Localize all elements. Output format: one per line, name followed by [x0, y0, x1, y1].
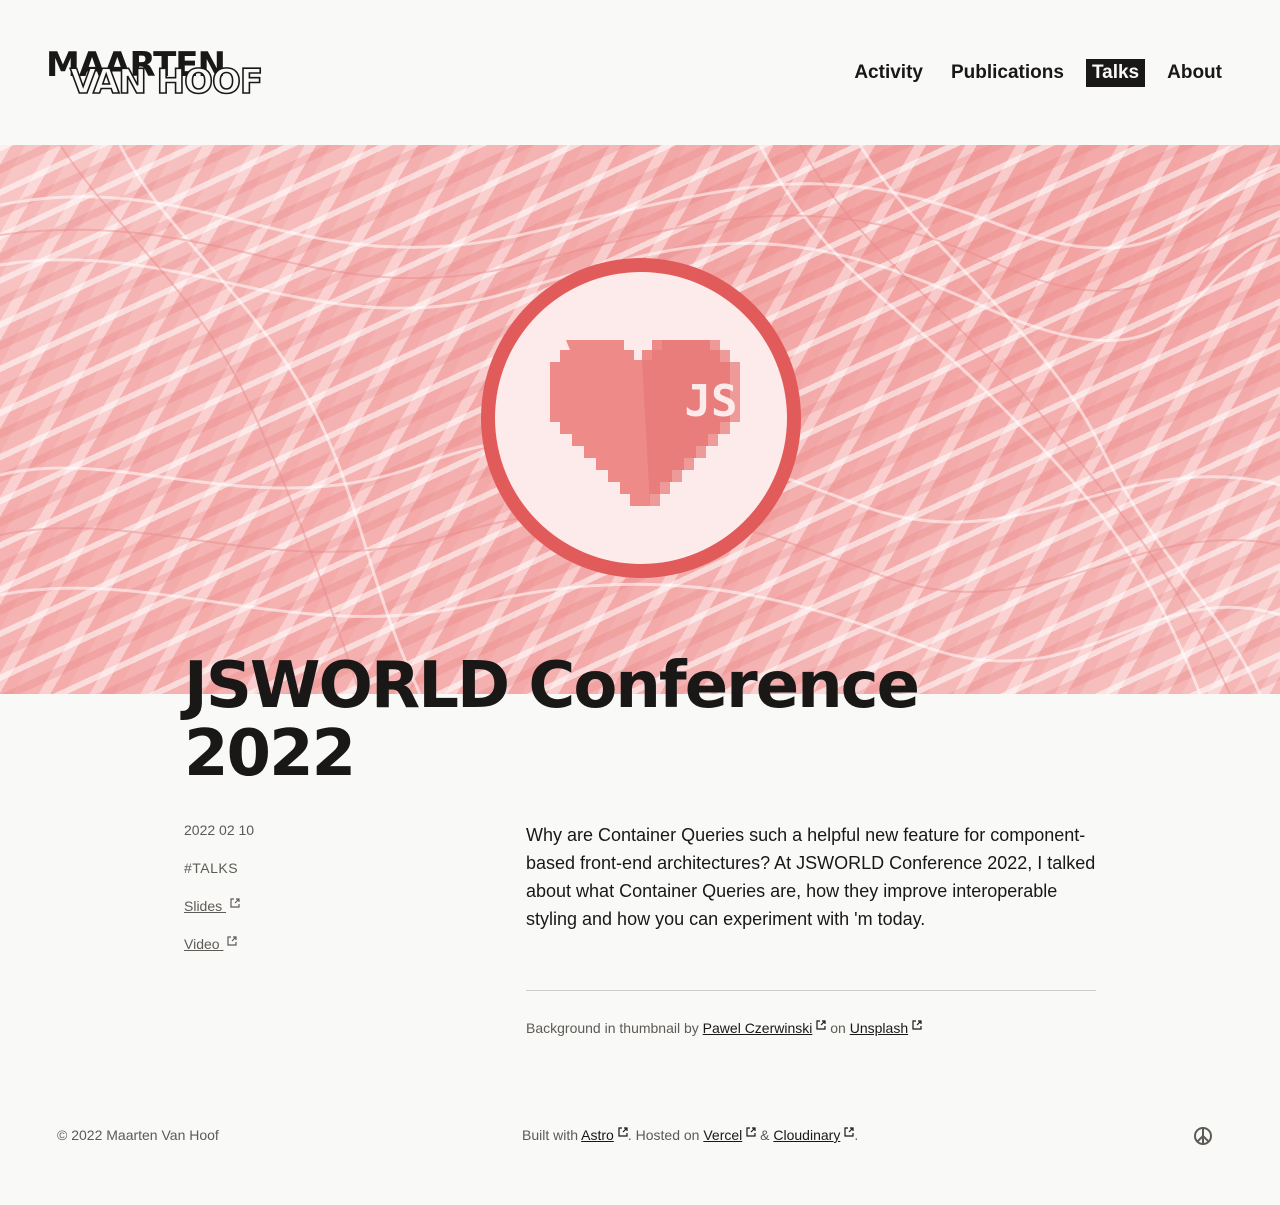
site-footer: © 2022 Maarten Van Hoof Built with Astro… [0, 1127, 1280, 1149]
page-title: JSWORLD Conference 2022 [184, 652, 1084, 788]
divider [526, 990, 1096, 991]
end-text: . [854, 1127, 859, 1143]
vercel-label: Vercel [703, 1127, 743, 1143]
credit-author-link[interactable]: Pawel Czerwinski [703, 1020, 813, 1036]
cloudinary-link[interactable]: Cloudinary [773, 1127, 840, 1143]
credit-prefix: Background in thumbnail by [526, 1020, 699, 1036]
video-label: Video [184, 936, 220, 952]
logo-line-2: VAN HOOF [69, 62, 264, 102]
site-logo[interactable]: MAARTEN VAN HOOF [46, 46, 276, 102]
post-meta: 2022 02 10 #TALKS Slides Video [184, 822, 444, 952]
nav-about[interactable]: About [1161, 59, 1228, 87]
nav-activity[interactable]: Activity [848, 59, 929, 87]
peace-icon [1194, 1127, 1212, 1145]
main-nav: Activity Publications Talks About [848, 59, 1228, 87]
hero-artwork: JS [0, 145, 1280, 694]
post-date: 2022 02 10 [184, 822, 255, 838]
slides-label: Slides [184, 898, 223, 914]
external-link-icon [227, 936, 238, 946]
title-line-1: JSWORLD Conference [184, 649, 920, 723]
credit-author: Pawel Czerwinski [702, 1020, 813, 1036]
video-link[interactable]: Video [184, 936, 444, 952]
external-link-icon [746, 1127, 756, 1137]
amp-text: & [760, 1127, 770, 1143]
hosted-text: . Hosted on [627, 1127, 700, 1143]
post-description: Why are Container Queries such a helpful… [526, 825, 1096, 929]
thumbnail-credit: Background in thumbnail by Pawel Czerwin… [526, 1020, 922, 1036]
external-link-icon [816, 1020, 826, 1030]
external-link-icon [618, 1127, 628, 1137]
title-line-2: 2022 [184, 717, 356, 791]
external-link-icon [844, 1127, 854, 1137]
credit-source: Unsplash [849, 1020, 909, 1036]
badge-js-label: JS [685, 376, 738, 427]
vercel-link[interactable]: Vercel [703, 1127, 742, 1143]
hero-thumbnail: JS [0, 145, 1280, 694]
copyright: © 2022 Maarten Van Hoof [57, 1127, 219, 1143]
external-link-icon [230, 898, 240, 908]
credit-source-link[interactable]: Unsplash [850, 1020, 908, 1036]
cloudinary-label: Cloudinary [773, 1127, 841, 1143]
post-tag[interactable]: #TALKS [184, 860, 444, 876]
astro-label: Astro [581, 1127, 614, 1143]
nav-talks[interactable]: Talks [1085, 59, 1146, 87]
built-prefix: Built with [522, 1127, 579, 1143]
credit-middle: on [830, 1020, 846, 1036]
nav-publications[interactable]: Publications [945, 59, 1070, 87]
astro-link[interactable]: Astro [581, 1127, 614, 1143]
built-with: Built with Astro . Hosted on Vercel & Clo… [522, 1127, 858, 1143]
external-link-icon [912, 1020, 922, 1030]
slides-link[interactable]: Slides [184, 898, 444, 914]
